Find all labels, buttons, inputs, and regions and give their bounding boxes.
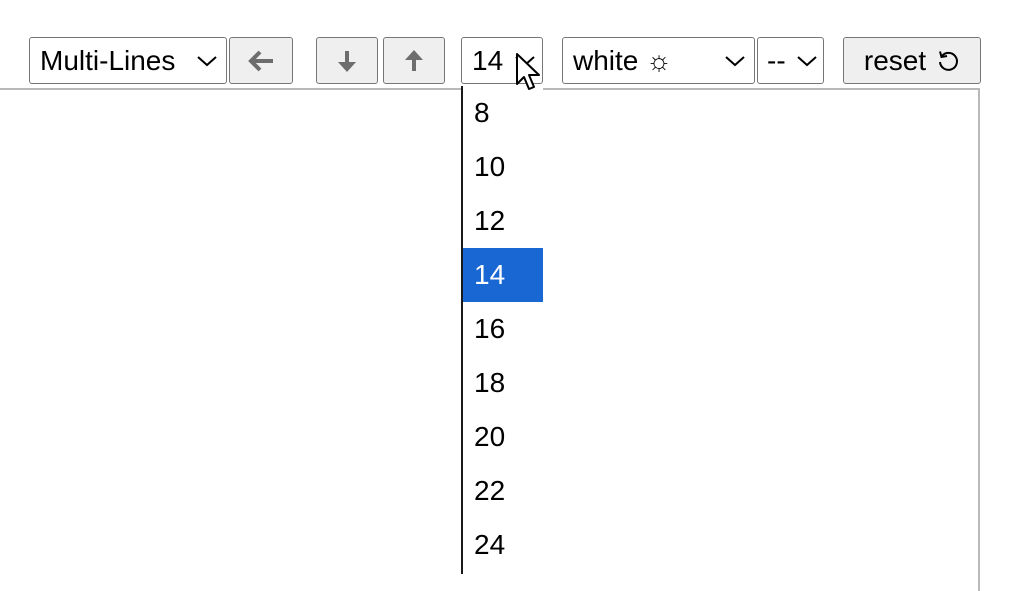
- reset-button[interactable]: reset: [843, 37, 981, 84]
- arrow-down-icon: [338, 50, 356, 72]
- theme-select-value: white ☼: [573, 44, 672, 76]
- chevron-down-icon: [197, 55, 217, 66]
- mode-select[interactable]: Multi-Lines: [29, 37, 227, 84]
- arrow-up-icon: [405, 49, 423, 71]
- theme-select[interactable]: white ☼: [562, 37, 755, 84]
- font-size-option-22[interactable]: 22: [463, 464, 543, 518]
- down-button[interactable]: [316, 37, 378, 84]
- chevron-down-icon: [725, 55, 745, 66]
- font-size-option-12[interactable]: 12: [463, 194, 543, 248]
- font-size-option-20[interactable]: 20: [463, 410, 543, 464]
- font-size-option-16[interactable]: 16: [463, 302, 543, 356]
- reset-button-label: reset: [863, 44, 927, 76]
- font-size-dropdown-list[interactable]: 8 10 12 14 16 18 20 22 24: [461, 86, 543, 574]
- extra-select[interactable]: --: [757, 37, 824, 84]
- font-size-option-18[interactable]: 18: [463, 356, 543, 410]
- rotate-ccw-icon: [939, 50, 959, 71]
- extra-select-value: --: [767, 44, 786, 76]
- up-button[interactable]: [383, 37, 445, 84]
- font-size-option-8[interactable]: 8: [463, 86, 543, 140]
- font-size-option-24[interactable]: 24: [463, 518, 543, 572]
- font-size-option-14[interactable]: 14: [463, 248, 543, 302]
- back-button[interactable]: [229, 37, 293, 84]
- font-size-select-value: 14: [472, 44, 504, 76]
- mouse-cursor-icon: [516, 53, 540, 90]
- font-size-option-10[interactable]: 10: [463, 140, 543, 194]
- chevron-down-icon: [797, 55, 817, 66]
- mode-select-value: Multi-Lines: [40, 44, 176, 76]
- arrow-left-icon: [248, 50, 273, 71]
